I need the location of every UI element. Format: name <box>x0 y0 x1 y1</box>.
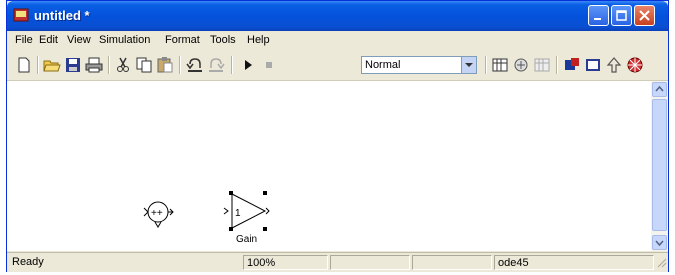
paste-icon[interactable] <box>156 56 174 74</box>
window-title: untitled * <box>34 8 90 23</box>
gain-label: Gain <box>236 234 257 245</box>
scroll-up-button[interactable] <box>652 82 667 97</box>
simulation-mode-select[interactable]: Normal <box>361 56 477 74</box>
menu-view[interactable]: View <box>67 34 91 46</box>
dropdown-arrow-icon[interactable] <box>461 57 476 73</box>
zoom-level: 100% <box>243 255 328 270</box>
cut-icon[interactable] <box>114 56 132 74</box>
model-canvas[interactable]: ++ 1 Gain <box>7 81 651 251</box>
debug-viewer-icon[interactable] <box>584 56 602 74</box>
library-browser-icon[interactable] <box>533 56 551 74</box>
status-pane-empty <box>330 255 410 270</box>
maximize-icon <box>616 10 627 21</box>
block-diagram: ++ 1 Gain <box>143 191 270 245</box>
menu-edit[interactable]: Edit <box>39 34 58 46</box>
stop-simulation-icon[interactable] <box>260 56 278 74</box>
redo-icon[interactable] <box>207 56 225 74</box>
menu-format[interactable]: Format <box>165 34 200 46</box>
menu-help[interactable]: Help <box>247 34 270 46</box>
menu-bar: File Edit View Simulation Format Tools H… <box>7 31 668 49</box>
close-icon <box>639 10 650 21</box>
toolbar-separator <box>108 56 110 74</box>
toolbar: Normal <box>7 50 668 81</box>
solver-name: ode45 <box>494 255 654 270</box>
selection-handle[interactable] <box>229 191 233 195</box>
sum-block[interactable]: ++ <box>143 201 174 228</box>
maximize-button[interactable] <box>611 5 632 26</box>
simulation-mode-value: Normal <box>365 59 401 71</box>
scroll-thumb[interactable] <box>652 99 667 231</box>
toolbar-separator <box>37 56 39 74</box>
scroll-down-button[interactable] <box>652 235 667 250</box>
menu-tools[interactable]: Tools <box>210 34 236 46</box>
gain-value: 1 <box>235 208 241 219</box>
model-explorer-icon[interactable] <box>563 56 581 74</box>
minimize-button[interactable] <box>588 5 609 26</box>
new-icon[interactable] <box>15 56 33 74</box>
undo-icon[interactable] <box>186 56 204 74</box>
open-icon[interactable] <box>43 56 61 74</box>
resize-grip-icon[interactable] <box>655 256 667 270</box>
debug-icon[interactable] <box>626 56 644 74</box>
toolbar-separator <box>231 56 233 74</box>
save-icon[interactable] <box>64 56 82 74</box>
status-text: Ready <box>12 256 44 268</box>
close-button[interactable] <box>634 5 655 26</box>
status-bar: Ready 100% ode45 <box>7 252 668 272</box>
copy-icon[interactable] <box>135 56 153 74</box>
build-icon[interactable] <box>491 56 509 74</box>
toolbar-separator <box>556 56 558 74</box>
simulink-app-icon <box>13 8 29 22</box>
simulink-window: untitled * File Edit View Simulation For… <box>6 0 669 272</box>
update-diagram-icon[interactable] <box>512 56 530 74</box>
menu-simulation[interactable]: Simulation <box>99 34 150 46</box>
gain-block[interactable]: 1 Gain <box>223 191 270 245</box>
print-icon[interactable] <box>85 56 103 74</box>
start-simulation-icon[interactable] <box>239 56 257 74</box>
status-pane-empty <box>412 255 492 270</box>
toolbar-separator <box>179 56 181 74</box>
minimize-icon <box>594 18 601 20</box>
toolbar-separator <box>485 56 487 74</box>
sum-signs: ++ <box>151 208 163 219</box>
selection-handle[interactable] <box>263 191 267 195</box>
menu-file[interactable]: File <box>15 34 33 46</box>
selection-handle[interactable] <box>229 227 233 231</box>
vertical-scrollbar[interactable] <box>651 81 668 251</box>
parent-icon[interactable] <box>605 56 623 74</box>
selection-handle[interactable] <box>263 227 267 231</box>
title-bar[interactable]: untitled * <box>7 1 668 31</box>
